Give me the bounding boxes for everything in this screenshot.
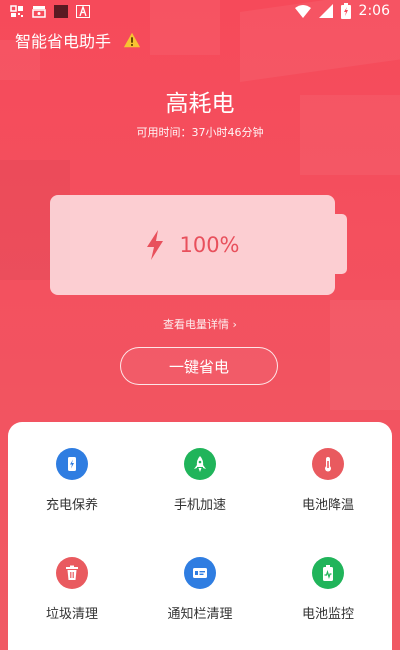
trash-icon xyxy=(56,557,88,589)
battery-tip xyxy=(335,214,347,274)
tool-label: 垃圾清理 xyxy=(45,607,98,622)
tool-label: 手机加速 xyxy=(173,498,226,513)
thermometer-icon xyxy=(312,448,344,480)
tool-label: 电池监控 xyxy=(301,607,354,622)
power-mode-title: 高耗电 xyxy=(165,91,235,117)
battery-monitor-icon xyxy=(312,557,344,589)
lightning-bolt-icon xyxy=(147,230,164,260)
battery-level-card: 100% xyxy=(50,195,335,295)
app-header: 智能省电助手 xyxy=(15,28,141,52)
tool-battery-cooling[interactable]: 电池降温 xyxy=(264,448,392,513)
one-key-save-button[interactable]: 一键省电 xyxy=(120,347,278,385)
tool-phone-boost[interactable]: 手机加速 xyxy=(136,448,264,513)
battery-charging-icon xyxy=(340,3,351,19)
app-title: 智能省电助手 xyxy=(15,32,112,51)
a-icon xyxy=(76,5,90,18)
tool-charging-care[interactable]: 充电保养 xyxy=(8,448,136,513)
phone-charge-icon xyxy=(56,448,88,480)
tool-junk-clean[interactable]: 垃圾清理 xyxy=(8,557,136,622)
cast-icon xyxy=(32,6,46,18)
wifi-icon xyxy=(294,4,311,18)
rocket-icon xyxy=(184,448,216,480)
battery-details-link[interactable]: 查看电量详情 › xyxy=(0,316,400,332)
tool-battery-monitor[interactable]: 电池监控 xyxy=(264,557,392,622)
qr-icon xyxy=(10,5,23,17)
tools-panel: 充电保养 手机加速 电池降温 垃圾清理 通知栏清理 电池监控 xyxy=(8,422,392,650)
status-bar: 2:06 xyxy=(0,0,400,24)
signal-icon xyxy=(318,4,333,18)
remaining-time: 可用时间：37小时46分钟 xyxy=(136,126,264,139)
battery-content: 100% xyxy=(50,195,335,295)
notification-card-icon xyxy=(184,557,216,589)
status-right: 2:06 xyxy=(294,3,390,19)
tool-label: 电池降温 xyxy=(301,498,354,513)
status-time: 2:06 xyxy=(358,3,390,19)
tool-notification-clean[interactable]: 通知栏清理 xyxy=(136,557,264,622)
tool-label: 充电保养 xyxy=(45,498,98,513)
tool-label: 通知栏清理 xyxy=(167,607,233,622)
square-icon xyxy=(54,5,68,18)
app-screen: 2:06 智能省电助手 高耗电 可用时间：37小时46分钟 100% 查看电量详… xyxy=(0,0,400,650)
warning-icon[interactable] xyxy=(123,31,141,49)
battery-percent: 100% xyxy=(179,233,240,257)
status-left-icons xyxy=(10,5,90,18)
